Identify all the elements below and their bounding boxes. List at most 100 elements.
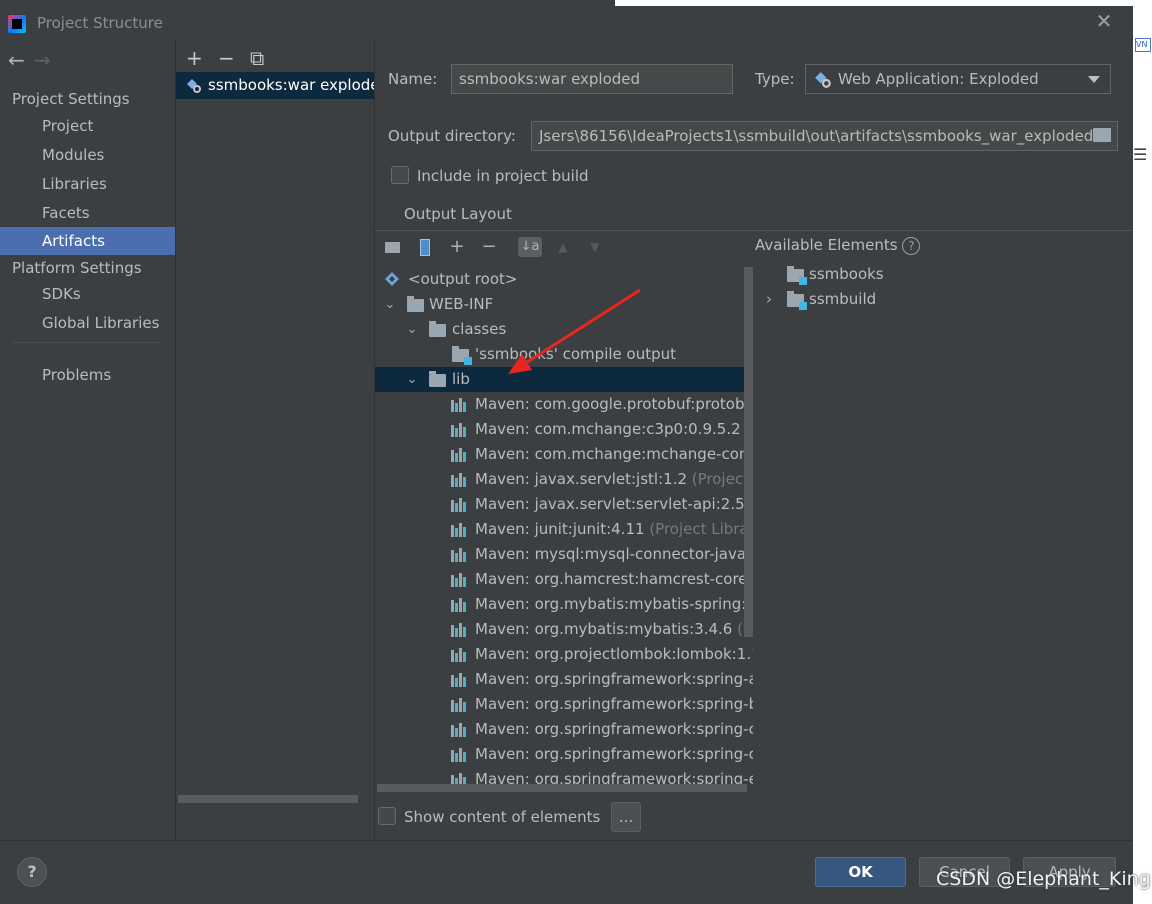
nav-item-project[interactable]: Project	[0, 112, 175, 140]
maven-library-icon	[451, 548, 469, 562]
maven-library-icon	[451, 573, 469, 587]
maven-library-icon	[451, 423, 469, 437]
csdn-watermark: CSDN @Elephant_King	[936, 868, 1151, 890]
nav-item-global-libraries[interactable]: Global Libraries	[0, 309, 175, 337]
tree-vertical-scrollbar[interactable]	[744, 267, 753, 637]
show-content-label: Show content of elements	[404, 808, 601, 826]
help-button[interactable]: ?	[17, 857, 47, 887]
maven-library-icon	[451, 448, 469, 462]
web-artifact-icon	[187, 79, 201, 93]
tree-horizontal-scrollbar[interactable]	[377, 784, 747, 792]
title-bar: Project Structure ✕	[0, 6, 1133, 40]
settings-nav: ← → Project Settings Project Modules Libr…	[0, 40, 175, 840]
maven-library-icon	[451, 723, 469, 737]
tree-node-label: lib	[452, 370, 470, 388]
chevron-right-icon[interactable]: ›	[763, 287, 775, 312]
chevron-down-icon	[1088, 76, 1100, 83]
nav-item-problems[interactable]: Problems	[0, 361, 175, 389]
annotation-arrow-icon	[508, 288, 641, 374]
tree-node-label: Maven: com.google.protobuf:protobu	[475, 395, 753, 413]
help-icon[interactable]: ?	[902, 236, 921, 255]
tab-output-layout[interactable]: Output Layout	[404, 205, 512, 223]
tree-node-library[interactable]: Maven: junit:junit:4.11 (Project Library…	[375, 517, 753, 542]
add-artifact-icon[interactable]: +	[186, 46, 218, 70]
move-down-icon[interactable]: ▼	[585, 237, 605, 257]
available-item-ssmbooks[interactable]: ssmbooks	[755, 262, 1055, 287]
folder-icon	[407, 296, 424, 312]
create-directory-icon[interactable]	[383, 237, 403, 257]
copy-artifact-icon[interactable]: ⧉	[250, 46, 282, 70]
chevron-down-icon[interactable]: ⌄	[406, 317, 418, 342]
output-directory-value: Jsers\86156\IdeaProjects1\ssmbuild\out\a…	[539, 127, 1094, 145]
close-icon[interactable]: ✕	[1094, 11, 1114, 31]
tree-node-library[interactable]: Maven: com.google.protobuf:protobu	[375, 392, 753, 417]
background-glyph: ☰	[1133, 145, 1148, 164]
tree-node-library[interactable]: Maven: org.springframework:spring-ao	[375, 667, 753, 692]
ok-button[interactable]: OK	[815, 857, 906, 887]
remove-element-icon[interactable]: −	[479, 237, 499, 257]
tree-node-library[interactable]: Maven: org.projectlombok:lombok:1.1	[375, 642, 753, 667]
available-item-ssmbuild[interactable]: › ssmbuild	[755, 287, 1055, 312]
output-directory-label: Output directory:	[388, 127, 516, 145]
sort-elements-icon[interactable]: ↓a	[518, 237, 542, 257]
tree-node-label: Maven: org.projectlombok:lombok:1.1	[475, 645, 753, 663]
maven-library-icon	[451, 648, 469, 662]
output-root-icon	[385, 272, 399, 286]
maven-library-icon	[451, 698, 469, 712]
show-content-checkbox[interactable]	[378, 807, 396, 825]
add-element-icon[interactable]: +	[447, 237, 467, 257]
project-structure-dialog: Project Structure ✕ ← → Project Settings …	[0, 6, 1133, 904]
show-content-options-button[interactable]: ...	[611, 802, 641, 832]
artifact-list-item[interactable]: ssmbooks:war exploded	[176, 72, 374, 99]
type-select[interactable]: Web Application: Exploded	[805, 64, 1111, 94]
tree-node-label: Maven: com.mchange:c3p0:0.9.5.2 (Pro	[475, 417, 753, 442]
tree-node-library[interactable]: Maven: mysql:mysql-connector-java:8.	[375, 542, 753, 567]
maven-library-icon	[451, 623, 469, 637]
back-arrow-icon[interactable]: ←	[8, 48, 34, 72]
tree-node-label: Maven: junit:junit:4.11 (Project Library…	[475, 517, 753, 542]
remove-artifact-icon[interactable]: −	[218, 46, 250, 70]
nav-item-libraries[interactable]: Libraries	[0, 170, 175, 198]
name-label: Name:	[388, 70, 438, 88]
forward-arrow-icon[interactable]: →	[34, 48, 60, 72]
artifact-list-toolbar: + − ⧉	[186, 46, 282, 70]
chevron-down-icon[interactable]: ⌄	[384, 292, 396, 317]
create-archive-icon[interactable]	[415, 237, 435, 257]
tree-node-label: Maven: com.mchange:mchange-comm	[475, 445, 753, 463]
folder-icon	[429, 371, 446, 387]
tree-node-library[interactable]: Maven: org.springframework:spring-co	[375, 742, 753, 767]
move-up-icon[interactable]: ▲	[553, 237, 573, 257]
name-input[interactable]: ssmbooks:war exploded	[451, 64, 733, 94]
tree-node-library[interactable]: Maven: org.springframework:spring-co	[375, 717, 753, 742]
tree-node-library[interactable]: Maven: org.mybatis:mybatis-spring:2.0	[375, 592, 753, 617]
maven-library-icon	[451, 498, 469, 512]
tree-node-label: Maven: org.mybatis:mybatis-spring:2.0	[475, 595, 753, 613]
tree-node-library[interactable]: Maven: com.mchange:mchange-comm	[375, 442, 753, 467]
output-layout-toolbar: + − ↓a ▲ ▼	[375, 231, 753, 261]
tree-node-library[interactable]: Maven: com.mchange:c3p0:0.9.5.2 (Pro	[375, 417, 753, 442]
maven-library-icon	[451, 523, 469, 537]
tree-node-library[interactable]: Maven: org.springframework:spring-be	[375, 692, 753, 717]
nav-item-modules[interactable]: Modules	[0, 141, 175, 169]
tree-node-library[interactable]: Maven: org.mybatis:mybatis:3.4.6 (Proj	[375, 617, 753, 642]
artifact-list-scrollbar[interactable]	[178, 795, 358, 803]
background-window-strip-bottom	[0, 898, 615, 904]
artifact-list-item-label: ssmbooks:war exploded	[208, 76, 374, 94]
output-directory-input[interactable]: Jsers\86156\IdeaProjects1\ssmbuild\out\a…	[531, 121, 1118, 151]
include-in-build-checkbox[interactable]	[391, 166, 409, 184]
type-label: Type:	[755, 70, 795, 88]
tree-node-label: Maven: org.mybatis:mybatis:3.4.6 (Proj	[475, 617, 753, 642]
tree-node-library[interactable]: Maven: javax.servlet:jstl:1.2 (Project L…	[375, 467, 753, 492]
type-select-value: Web Application: Exploded	[838, 70, 1039, 88]
maven-library-icon	[451, 473, 469, 487]
nav-item-artifacts[interactable]: Artifacts	[0, 227, 175, 255]
tree-node-library[interactable]: Maven: javax.servlet:servlet-api:2.5 (Pr…	[375, 492, 753, 517]
nav-item-facets[interactable]: Facets	[0, 199, 175, 227]
tree-node-library[interactable]: Maven: org.hamcrest:hamcrest-core:1.	[375, 567, 753, 592]
window-title: Project Structure	[37, 14, 163, 32]
chevron-down-icon[interactable]: ⌄	[406, 367, 418, 392]
background-window-edge: VN ☰	[1133, 0, 1152, 904]
browse-folder-icon[interactable]	[1093, 128, 1111, 142]
tree-node-label: Maven: org.springframework:spring-ao	[475, 670, 753, 688]
nav-item-sdks[interactable]: SDKs	[0, 280, 175, 308]
